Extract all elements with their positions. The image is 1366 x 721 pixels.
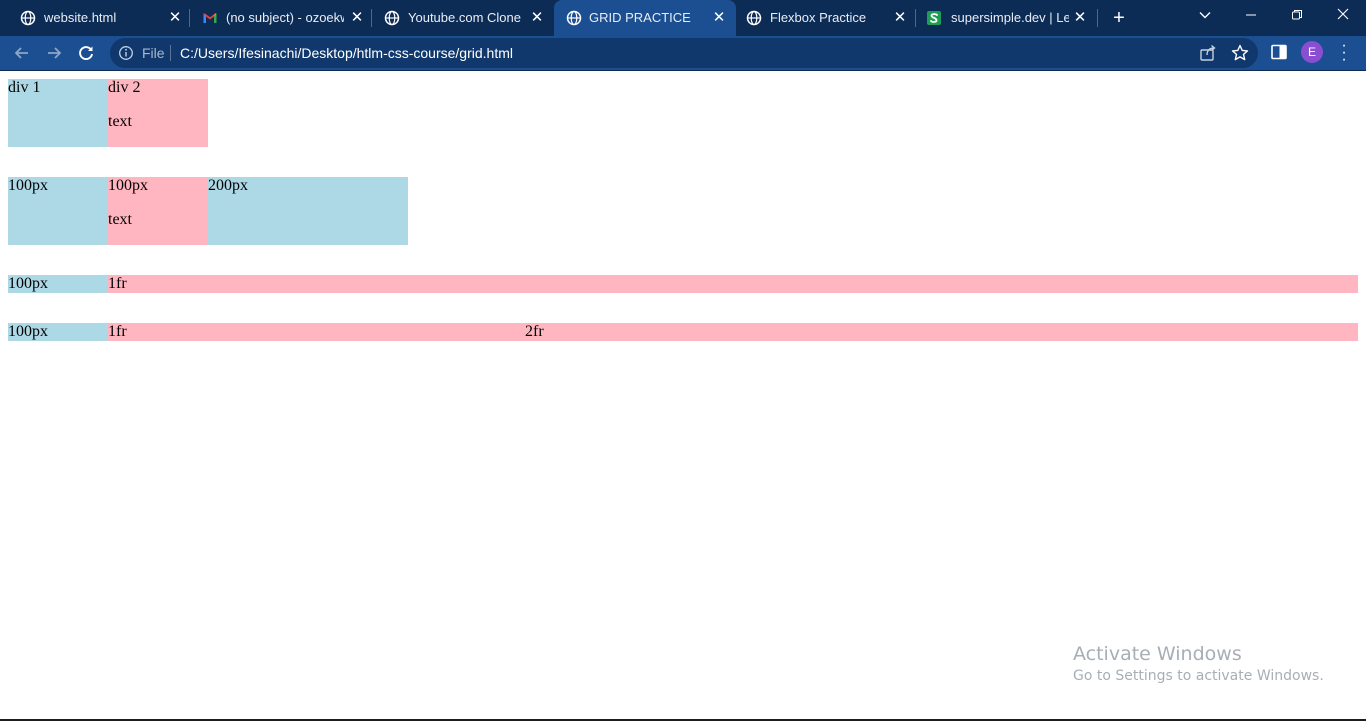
cell-text: div 1	[8, 79, 41, 96]
forward-button[interactable]	[41, 40, 67, 66]
grid2-cell-2: 100px text	[108, 177, 208, 245]
activate-windows-watermark: Activate Windows Go to Settings to activ…	[1073, 642, 1324, 686]
share-icon[interactable]	[1197, 42, 1219, 64]
tab-flexbox-practice[interactable]: Flexbox Practice ✕	[736, 0, 916, 36]
globe-icon	[20, 10, 36, 26]
new-tab-button[interactable]: +	[1108, 7, 1130, 29]
tab-title: website.html	[44, 10, 117, 25]
grid2-cell-3: 200px	[208, 177, 408, 245]
menu-dots-icon[interactable]: · · ·	[1336, 38, 1352, 68]
profile-avatar[interactable]: E	[1301, 41, 1323, 63]
tab-gmail[interactable]: (no subject) - ozoekwe ✕	[190, 0, 372, 36]
chevron-down-icon	[1199, 12, 1211, 19]
reload-icon	[79, 46, 93, 60]
back-button[interactable]	[9, 40, 35, 66]
url-text[interactable]: C:/Users/Ifesinachi/Desktop/htlm-css-cou…	[180, 45, 513, 61]
grid1-cell-1: div 1	[8, 79, 108, 147]
tab-website[interactable]: website.html ✕	[0, 0, 190, 36]
side-panel-icon[interactable]	[1268, 41, 1290, 63]
watermark-title: Activate Windows	[1073, 643, 1242, 665]
cell-text: 100px	[8, 177, 48, 194]
bookmark-star-icon[interactable]	[1229, 42, 1251, 64]
cell-text: 1fr	[108, 275, 127, 292]
minimize-button[interactable]	[1228, 0, 1274, 30]
cell-text: 100px	[8, 275, 48, 292]
grid4-cell-1: 100px	[8, 323, 108, 341]
close-icon[interactable]: ✕	[1072, 10, 1088, 26]
grid1-cell-2: div 2 text	[108, 79, 208, 147]
cell-text: text	[108, 113, 132, 130]
tab-supersimple[interactable]: supersimple.dev | Learn ✕	[916, 0, 1098, 36]
cell-text: 200px	[208, 177, 248, 194]
tab-grid-practice[interactable]: GRID PRACTICE ✕	[554, 0, 736, 36]
tab-title: (no subject) - ozoekwe	[226, 10, 344, 25]
close-icon[interactable]: ✕	[529, 10, 545, 26]
page-content: div 1 div 2 text 100px 100px text 200px …	[0, 71, 1366, 720]
grid3-cell-2: 1fr	[108, 275, 1358, 293]
close-icon[interactable]: ✕	[711, 10, 727, 26]
cell-text: div 2	[108, 79, 141, 96]
arrow-right-icon	[48, 47, 62, 59]
globe-icon	[384, 10, 400, 26]
close-icon[interactable]: ✕	[167, 10, 183, 26]
grid3-cell-1: 100px	[8, 275, 108, 293]
address-separator	[170, 45, 171, 61]
cell-text: 1fr	[108, 323, 127, 340]
tab-youtube-clone[interactable]: Youtube.com Clone ✕	[372, 0, 554, 36]
reload-button[interactable]	[73, 40, 99, 66]
cell-text: 100px	[8, 323, 48, 340]
grid4-cell-3: 2fr	[525, 323, 1358, 341]
globe-icon	[746, 10, 762, 26]
close-icon[interactable]: ✕	[892, 10, 908, 26]
tab-separator	[1097, 9, 1098, 27]
tab-title: supersimple.dev | Learn	[951, 10, 1069, 25]
cell-text: 2fr	[525, 323, 544, 340]
tab-title: Youtube.com Clone	[408, 10, 521, 25]
tab-title: Flexbox Practice	[770, 10, 867, 25]
restore-icon	[1292, 10, 1302, 20]
tab-title: GRID PRACTICE	[589, 10, 691, 25]
grid4-cell-2: 1fr	[108, 323, 525, 341]
close-window-button[interactable]	[1320, 0, 1366, 30]
tab-strip: website.html ✕ (no subject) - ozoekwe ✕ …	[0, 0, 1366, 36]
address-bar[interactable]: File C:/Users/Ifesinachi/Desktop/htlm-cs…	[110, 38, 1258, 68]
restore-button[interactable]	[1274, 0, 1320, 30]
watermark-subtitle: Go to Settings to activate Windows.	[1073, 668, 1324, 684]
grid2-cell-1: 100px	[8, 177, 108, 245]
arrow-left-icon	[14, 47, 28, 59]
gmail-icon	[203, 13, 217, 23]
close-icon[interactable]: ✕	[349, 10, 365, 26]
browser-toolbar: File C:/Users/Ifesinachi/Desktop/htlm-cs…	[0, 36, 1366, 70]
info-icon[interactable]	[118, 45, 134, 61]
scheme-label: File	[142, 45, 165, 61]
globe-icon	[566, 10, 582, 26]
supersimple-icon	[927, 11, 941, 25]
cell-text: text	[108, 211, 132, 228]
tab-search-button[interactable]	[1182, 0, 1228, 30]
cell-text: 100px	[108, 177, 148, 194]
close-icon	[1337, 8, 1349, 20]
minimize-icon	[1246, 14, 1256, 16]
